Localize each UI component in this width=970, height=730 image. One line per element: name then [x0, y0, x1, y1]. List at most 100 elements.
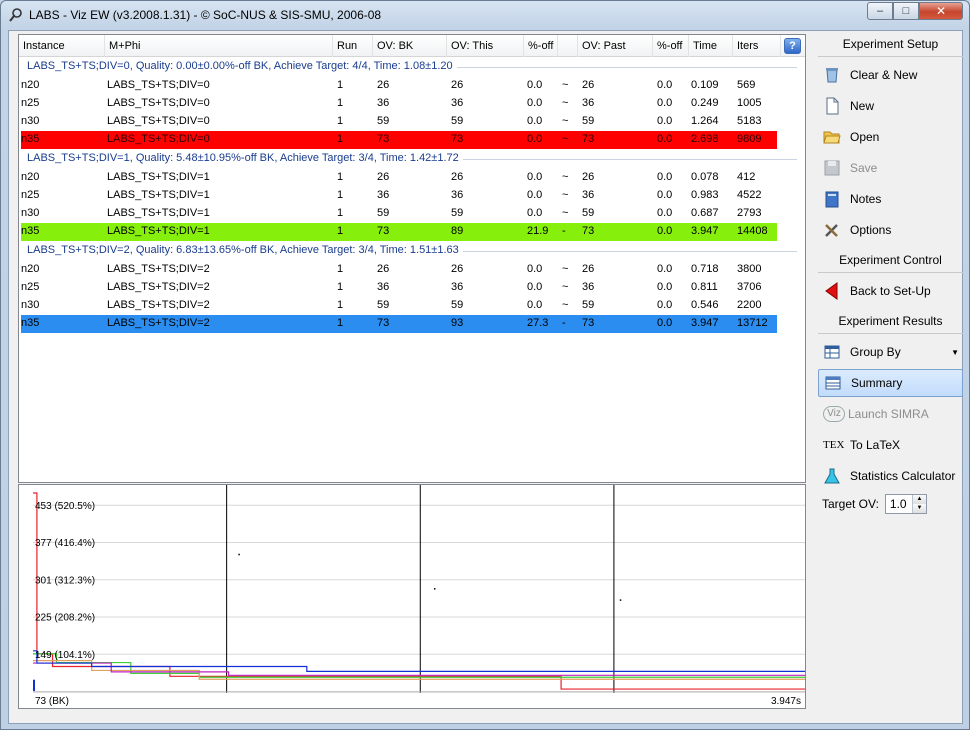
table-cell: 36	[451, 281, 464, 293]
table-cell: 89	[451, 225, 464, 237]
launch-simra-button[interactable]: Viz Launch SIMRA	[818, 400, 963, 428]
maximize-button[interactable]: □	[893, 2, 919, 20]
table-cell: n30	[21, 207, 40, 219]
table-cell: 0.0	[657, 189, 673, 201]
column-header[interactable]: %-off	[524, 35, 558, 57]
new-button[interactable]: New	[818, 92, 963, 120]
table-cell: 0.0	[657, 115, 673, 127]
group-header[interactable]: LABS_TS+TS;DIV=2, Quality: 6.83±13.65%-o…	[19, 241, 805, 261]
help-icon[interactable]: ?	[784, 38, 801, 54]
table-cell: 0.0	[527, 263, 543, 275]
table-cell: 0.0	[527, 281, 543, 293]
table-cell: 1.264	[691, 115, 719, 127]
table-row[interactable]: n35 LABS_TS+TS;DIV=0 1 73 73 0.0 ~73 0.0 2.698 98…	[21, 131, 777, 149]
back-to-setup-button[interactable]: Back to Set-Up	[818, 277, 963, 305]
group-header[interactable]: LABS_TS+TS;DIV=0, Quality: 0.00±0.00%-of…	[19, 57, 805, 77]
table-cell: 59	[451, 207, 464, 219]
save-button[interactable]: Save	[818, 154, 963, 182]
table-row[interactable]: n20 LABS_TS+TS;DIV=1 1 26 26 0.0 ~26 0.0 0.078 41…	[19, 169, 805, 187]
table-cell: 0.718	[691, 263, 719, 275]
table-cell: 21.9	[527, 225, 549, 237]
options-button[interactable]: Options	[818, 216, 963, 244]
group-by-button[interactable]: Group By ▼	[818, 338, 963, 366]
spin-up-icon[interactable]: ▲	[911, 495, 926, 504]
table-cell: n30	[21, 115, 40, 127]
table-row[interactable]: n25 LABS_TS+TS;DIV=2 1 36 36 0.0 ~36 0.0 0.811 37…	[19, 279, 805, 297]
table-row[interactable]: n35 LABS_TS+TS;DIV=2 1 73 93 27.3 - 73 0.0 3.947 1…	[21, 315, 777, 333]
table-cell: LABS_TS+TS;DIV=0	[107, 133, 210, 145]
results-table[interactable]: ? Instance M+Phi Run OV: BK OV: This %-off OV:…	[18, 34, 806, 483]
summary-button[interactable]: Summary	[818, 369, 963, 397]
to-latex-button[interactable]: TEX To LaTeX	[818, 431, 963, 459]
table-cell: 1	[337, 225, 344, 237]
table-icon	[825, 376, 841, 390]
column-header[interactable]: OV: Past	[578, 35, 653, 57]
app-window: LABS - Viz EW (v3.2008.1.31) - © SoC-NUS…	[0, 0, 970, 730]
table-row[interactable]: n30 LABS_TS+TS;DIV=1 1 59 59 0.0 ~59 0.0 0.687 27…	[19, 205, 805, 223]
save-label: Save	[850, 161, 878, 175]
table-cell: n35	[21, 133, 40, 145]
title-bar[interactable]: LABS - Viz EW (v3.2008.1.31) - © SoC-NUS…	[1, 1, 969, 29]
section-experiment-setup: Experiment Setup	[818, 31, 963, 57]
table-cell: 26	[582, 171, 595, 183]
table-cell: -	[562, 225, 566, 237]
table-row[interactable]: n35 LABS_TS+TS;DIV=1 1 73 89 21.9 - 73 0.0 3.947 1…	[21, 223, 777, 241]
clear-new-button[interactable]: Clear & New	[818, 61, 963, 89]
y-tick-label: 453 (520.5%)	[35, 501, 95, 512]
table-cell: 1	[337, 171, 344, 183]
column-header[interactable]: Instance	[19, 35, 105, 57]
column-header[interactable]: Time	[689, 35, 733, 57]
table-cell: LABS_TS+TS;DIV=0	[107, 79, 210, 91]
notes-label: Notes	[850, 192, 882, 206]
back-arrow-icon	[825, 282, 838, 300]
table-row[interactable]: n25 LABS_TS+TS;DIV=0 1 36 36 0.0 ~36 0.0 0.249 10…	[19, 95, 805, 113]
table-cell: 1	[337, 317, 344, 329]
table-cell: 13712	[737, 317, 768, 329]
table-row[interactable]: n20 LABS_TS+TS;DIV=0 1 26 26 0.0 ~26 0.0 0.109 56…	[19, 77, 805, 95]
table-cell: ~	[562, 263, 569, 275]
table-row[interactable]: n25 LABS_TS+TS;DIV=1 1 36 36 0.0 ~36 0.0 0.983 45…	[19, 187, 805, 205]
section-experiment-control: Experiment Control	[818, 247, 963, 273]
clear-new-label: Clear & New	[850, 68, 918, 82]
table-row[interactable]: n30 LABS_TS+TS;DIV=2 1 59 59 0.0 ~59 0.0 0.546 22…	[19, 297, 805, 315]
column-header[interactable]: OV: This	[447, 35, 524, 57]
table-cell: 73	[582, 317, 595, 329]
table-cell: 1	[337, 133, 344, 145]
target-ov-spinner[interactable]: 1.0 ▲ ▼	[884, 494, 927, 514]
group-by-label: Group By	[850, 345, 901, 359]
notes-button[interactable]: Notes	[818, 185, 963, 213]
column-header[interactable]	[558, 35, 578, 57]
grid-table-icon	[824, 345, 840, 359]
statistics-calculator-button[interactable]: Statistics Calculator	[818, 462, 963, 490]
group-header-text: LABS_TS+TS;DIV=0, Quality: 0.00±0.00%-of…	[27, 60, 457, 72]
table-row[interactable]: n20 LABS_TS+TS;DIV=2 1 26 26 0.0 ~26 0.0 0.718 38…	[19, 261, 805, 279]
column-header[interactable]: M+Phi	[105, 35, 333, 57]
target-ov-label: Target OV:	[822, 497, 879, 511]
data-point	[433, 588, 436, 590]
column-header[interactable]: Iters	[733, 35, 781, 57]
table-cell: LABS_TS+TS;DIV=2	[107, 299, 210, 311]
table-row[interactable]: n30 LABS_TS+TS;DIV=0 1 59 59 0.0 ~59 0.0 1.264 51…	[19, 113, 805, 131]
spin-down-icon[interactable]: ▼	[911, 504, 926, 513]
group-header[interactable]: LABS_TS+TS;DIV=1, Quality: 5.48±10.95%-o…	[19, 149, 805, 169]
table-cell: 3.947	[691, 225, 719, 237]
open-button[interactable]: Open	[818, 123, 963, 151]
table-cell: 36	[582, 97, 595, 109]
column-header[interactable]: OV: BK	[373, 35, 447, 57]
viz-icon: Viz	[823, 406, 845, 422]
group-header-text: LABS_TS+TS;DIV=2, Quality: 6.83±13.65%-o…	[27, 244, 463, 256]
column-header[interactable]: %-off	[653, 35, 689, 57]
table-cell: n20	[21, 171, 40, 183]
close-button[interactable]: ✕	[919, 2, 963, 20]
table-cell: LABS_TS+TS;DIV=1	[107, 207, 210, 219]
table-cell: 1	[337, 115, 344, 127]
table-cell: 36	[582, 189, 595, 201]
table-cell: 36	[451, 189, 464, 201]
tex-icon: TEX	[823, 439, 845, 451]
minimize-button[interactable]: –	[867, 2, 893, 20]
folder-open-icon	[823, 131, 841, 144]
table-cell: 2200	[737, 299, 762, 311]
table-cell: 0.546	[691, 299, 719, 311]
table-cell: -	[562, 317, 566, 329]
column-header[interactable]: Run	[333, 35, 373, 57]
